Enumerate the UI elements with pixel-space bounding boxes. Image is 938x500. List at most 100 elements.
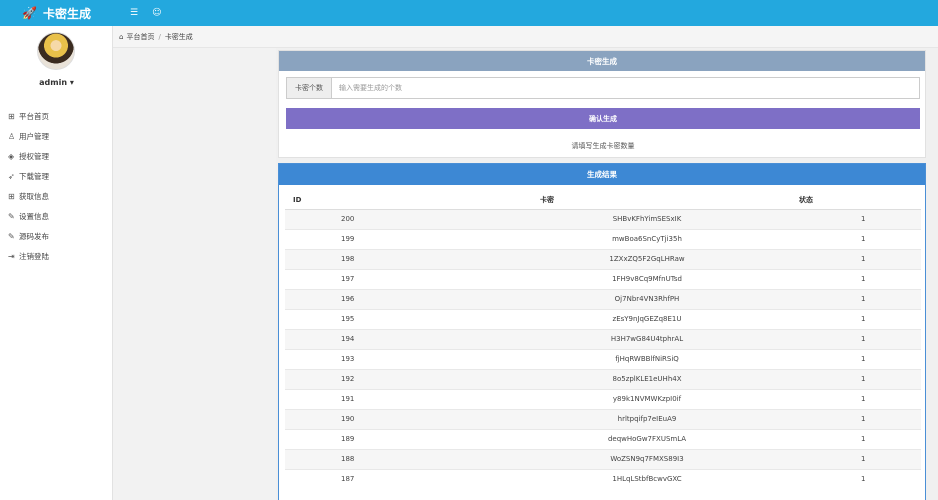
column-header-status: 状态 <box>799 191 921 210</box>
cell-card: 1HLqLStbfBcwvGXC <box>415 468 799 489</box>
sidebar-item-label: 平台首页 <box>19 111 49 121</box>
table-row: 193 fjHqRWBBlfNiRSiQ 1 <box>285 348 921 369</box>
sidebar-item-label: 用户管理 <box>19 131 49 141</box>
cell-id: 190 <box>285 408 415 429</box>
cell-status: 1 <box>799 228 921 249</box>
confirm-generate-button[interactable]: 确认生成 <box>286 108 920 129</box>
cell-card: y89k1NVMWKzpI0if <box>415 388 799 409</box>
cell-status: 1 <box>799 428 921 449</box>
table-header-row: ID 卡密 状态 <box>285 191 921 210</box>
sidebar-item-label: 下载管理 <box>19 171 49 181</box>
table-row: 196 Oj7Nbr4VN3RhfPH 1 <box>285 288 921 309</box>
table-row: 189 deqwHoGw7FXUSmLA 1 <box>285 428 921 449</box>
cell-status: 1 <box>799 368 921 389</box>
cell-id: 195 <box>285 308 415 329</box>
hint-text: 请填写生成卡密数量 <box>571 142 635 150</box>
cell-id: 189 <box>285 428 415 449</box>
sidebar-item-label: 源码发布 <box>19 231 49 241</box>
sidebar-item-label: 注销登陆 <box>19 251 49 261</box>
cell-card: 8o5zplKLE1eUHh4X <box>415 368 799 389</box>
count-label: 卡密个数 <box>287 78 332 98</box>
cell-status: 1 <box>799 308 921 329</box>
sidebar-item-label: 授权管理 <box>19 151 49 161</box>
column-header-id: ID <box>285 191 415 210</box>
cell-card: H3H7wG84U4tphrAL <box>415 328 799 349</box>
cell-status: 1 <box>799 348 921 369</box>
sidebar-item-home[interactable]: ⊞ 平台首页 <box>8 106 108 126</box>
edit-icon: ✎ <box>8 211 15 221</box>
cell-card: zEsY9nJqGEZq8E1U <box>415 308 799 329</box>
generate-panel-title: 卡密生成 <box>279 51 925 71</box>
table-row: 200 SHBvKFhYimSESxIK 1 <box>285 208 921 229</box>
sidebar-item-label: 设置信息 <box>19 211 49 221</box>
cell-status: 1 <box>799 468 921 489</box>
table-row: 197 1FH9v8Cq9MfnUTsd 1 <box>285 268 921 289</box>
cell-card: WoZSN9q7FMXS89I3 <box>415 448 799 469</box>
layers-icon: ◈ <box>8 151 15 161</box>
table-row: 195 zEsY9nJqGEZq8E1U 1 <box>285 308 921 329</box>
cell-id: 191 <box>285 388 415 409</box>
cell-status: 1 <box>799 288 921 309</box>
cell-card: 1ZXxZQ5F2GqLHRaw <box>415 248 799 269</box>
count-input-group: 卡密个数 <box>286 77 920 99</box>
results-panel: 生成结果 ID 卡密 状态 200 SHBvKFhYimSESxIK 1 199 mwB… <box>278 163 926 500</box>
brand[interactable]: 🚀 卡密生成 <box>0 0 113 26</box>
cell-id: 193 <box>285 348 415 369</box>
grid-icon: ⊞ <box>8 111 15 121</box>
list-icon[interactable]: ☰ <box>130 8 138 18</box>
cell-id: 200 <box>285 208 415 229</box>
table-row: 194 H3H7wG84U4tphrAL 1 <box>285 328 921 349</box>
top-icons: ☰ ☺ <box>130 0 161 26</box>
left-pane <box>113 48 276 500</box>
username-dropdown[interactable]: admin ▾ <box>0 78 113 87</box>
table-row: 199 mwBoa6SnCyTji35h 1 <box>285 228 921 249</box>
cell-id: 192 <box>285 368 415 389</box>
sidebar-item-label: 获取信息 <box>19 191 49 201</box>
edit-icon: ✎ <box>8 231 15 241</box>
breadcrumb-home[interactable]: 平台首页 <box>126 32 154 42</box>
cell-card: hrltpqifp7eIEuA9 <box>415 408 799 429</box>
cell-status: 1 <box>799 388 921 409</box>
sidebar-menu: ⊞ 平台首页 ♙ 用户管理 ◈ 授权管理 ➶ 下载管理 ⊞ 获取信息 ✎ 设置信… <box>8 106 108 266</box>
cell-id: 197 <box>285 268 415 289</box>
table-row: 188 WoZSN9q7FMXS89I3 1 <box>285 448 921 469</box>
cell-card: deqwHoGw7FXUSmLA <box>415 428 799 449</box>
cell-card: 1FH9v8Cq9MfnUTsd <box>415 268 799 289</box>
breadcrumb-current: 卡密生成 <box>164 32 193 41</box>
cell-status: 1 <box>799 248 921 269</box>
breadcrumb-separator: / <box>158 32 161 41</box>
sidebar-item-license[interactable]: ◈ 授权管理 <box>8 146 108 166</box>
cell-id: 194 <box>285 328 415 349</box>
user-icon[interactable]: ☺ <box>152 8 161 18</box>
count-input[interactable] <box>332 78 919 98</box>
cell-card: SHBvKFhYimSESxIK <box>415 208 799 229</box>
rocket-icon: 🚀 <box>22 6 37 20</box>
cell-card: Oj7Nbr4VN3RhfPH <box>415 288 799 309</box>
cell-id: 198 <box>285 248 415 269</box>
home-icon: ⌂ <box>119 32 124 41</box>
cell-card: mwBoa6SnCyTji35h <box>415 228 799 249</box>
sidebar-item-users[interactable]: ♙ 用户管理 <box>8 126 108 146</box>
sidebar-item-publish[interactable]: ✎ 源码发布 <box>8 226 108 246</box>
grid-icon: ⊞ <box>8 191 15 201</box>
table-row: 187 1HLqLStbfBcwvGXC 1 <box>285 468 921 489</box>
cell-status: 1 <box>799 268 921 289</box>
sidebar-item-info[interactable]: ⊞ 获取信息 <box>8 186 108 206</box>
brand-title: 卡密生成 <box>42 6 91 21</box>
avatar[interactable] <box>37 32 75 70</box>
results-panel-title: 生成结果 <box>279 164 925 185</box>
sidebar-item-downloads[interactable]: ➶ 下载管理 <box>8 166 108 186</box>
column-header-card: 卡密 <box>415 191 799 210</box>
table-row: 190 hrltpqifp7eIEuA9 1 <box>285 408 921 429</box>
cell-id: 188 <box>285 448 415 469</box>
sidebar: admin ▾ ⊞ 平台首页 ♙ 用户管理 ◈ 授权管理 ➶ 下载管理 ⊞ 获取… <box>0 26 113 500</box>
cell-id: 199 <box>285 228 415 249</box>
logout-icon: ⇥ <box>8 251 15 261</box>
user-icon: ♙ <box>8 131 16 141</box>
cell-card: fjHqRWBBlfNiRSiQ <box>415 348 799 369</box>
sidebar-item-settings[interactable]: ✎ 设置信息 <box>8 206 108 226</box>
sidebar-item-logout[interactable]: ⇥ 注销登陆 <box>8 246 108 266</box>
cell-status: 1 <box>799 408 921 429</box>
top-bar: 🚀 卡密生成 ☰ ☺ <box>0 0 938 26</box>
breadcrumb: ⌂ 平台首页 / 卡密生成 <box>113 26 938 48</box>
